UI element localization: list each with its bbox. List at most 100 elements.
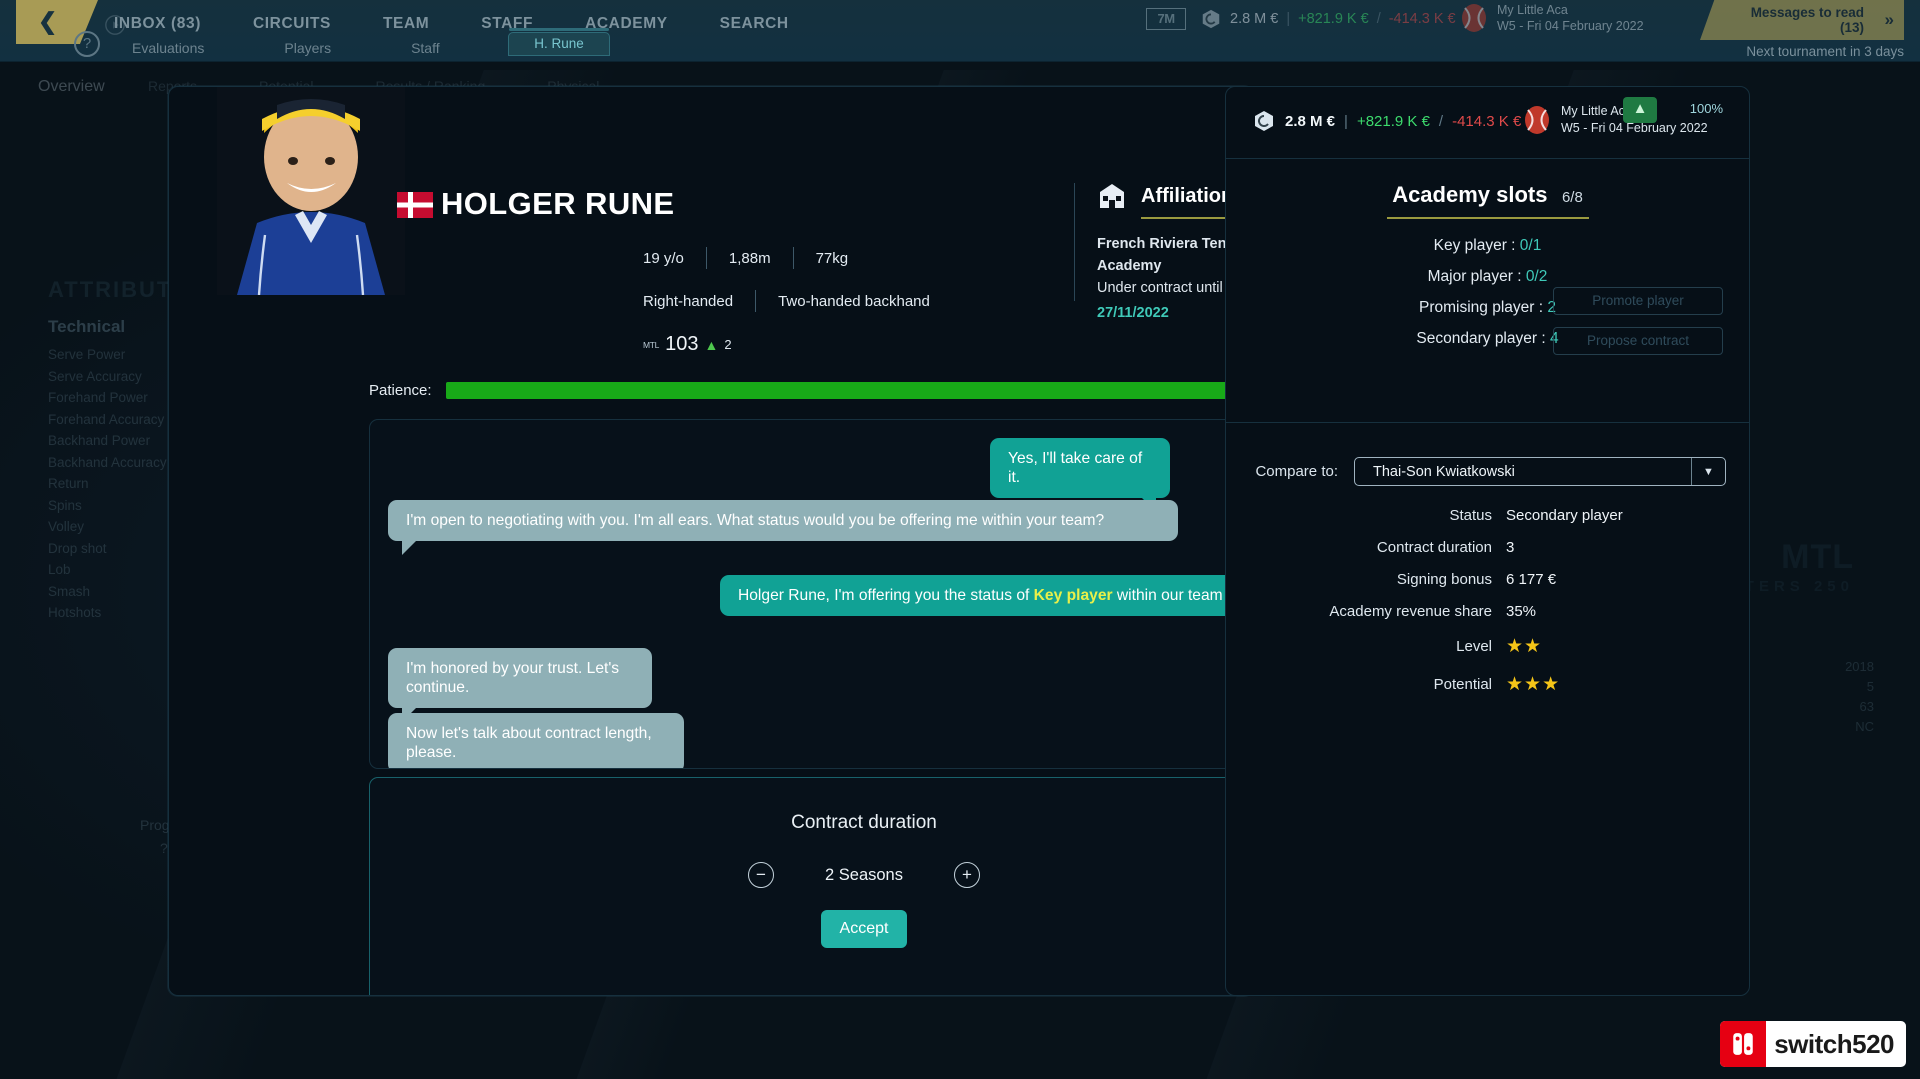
nav-item-inbox[interactable]: INBOX (83) [114, 15, 227, 33]
panel-expense: -414.3 K € [1452, 113, 1521, 130]
player-handedness: Right-handed [643, 293, 733, 310]
slot-value: 0/1 [1520, 237, 1542, 254]
propose-contract-button[interactable]: Propose contract [1553, 327, 1723, 355]
chat-panel[interactable]: Yes, I'll take care of it. I'm open to n… [369, 419, 1254, 769]
subnav-item-evaluations[interactable]: Evaluations [92, 40, 244, 56]
coin-icon [1252, 109, 1276, 133]
switch-glyph [1730, 1031, 1756, 1057]
background-overview-tab: Overview [38, 78, 105, 96]
background-attr-row: Spins [48, 498, 167, 513]
slot-row-major-player: Major player : 0/2 [1428, 268, 1548, 286]
comparison-row-level: Level ★★ [1226, 635, 1749, 658]
subnav-item-players[interactable]: Players [244, 40, 371, 56]
finance-summary: 2.8 M € | +821.9 K € / -414.3 K € [1252, 109, 1521, 133]
switch-logo-icon [1720, 1021, 1766, 1067]
background-progress-value: ? [160, 840, 168, 856]
slot-row-promising-player: Promising player : 2 [1419, 299, 1556, 317]
patience-label: Patience: [369, 382, 432, 399]
nav-item-team[interactable]: TEAM [357, 15, 455, 33]
tm-logo: 7M [1146, 8, 1186, 30]
background-number: 63 [1845, 697, 1874, 717]
contract-duration-value: 2 Seasons [810, 866, 918, 885]
slot-label: Major player : [1428, 268, 1526, 285]
plus-circle-icon[interactable]: + [954, 862, 980, 888]
tennis-ball-icon [1460, 3, 1488, 33]
background-number: NC [1845, 717, 1874, 737]
comparison-key: Signing bonus [1226, 571, 1506, 588]
slot-row-key-player: Key player : 0/1 [1434, 237, 1542, 255]
nav-item-search[interactable]: SEARCH [694, 15, 815, 33]
zoom-level: 100% [1690, 101, 1723, 116]
top-account-name: My Little Aca [1497, 2, 1644, 18]
player-age: 19 y/o [643, 250, 684, 267]
accept-button[interactable]: Accept [821, 910, 907, 948]
compare-to-label: Compare to: [1230, 463, 1338, 480]
contract-form-panel: Contract duration − 2 Seasons + Accept [369, 777, 1254, 996]
background-attr-row: Forehand Power [48, 390, 167, 405]
chevron-left-icon: ❮ [38, 10, 57, 32]
background-attr-row: Lob [48, 562, 167, 577]
promote-player-button[interactable]: Promote player [1553, 287, 1723, 315]
negotiation-modal: HOLGER RUNE 19 y/o 1,88m 77kg Right-hand… [168, 86, 1254, 996]
background-attr-row: Forehand Accuracy [48, 412, 167, 427]
messages-banner-count: (13) [1751, 20, 1864, 35]
comparison-table: Status Secondary player Contract duratio… [1226, 507, 1749, 711]
academy-slots-underline [1387, 217, 1589, 219]
subnav-item-active-player[interactable]: H. Rune [508, 32, 610, 56]
finance-bar: 2.8 M € | +821.9 K € / -414.3 K € My Lit… [1226, 87, 1749, 159]
comparison-row-status: Status Secondary player [1226, 507, 1749, 524]
divider [1074, 183, 1075, 301]
patience-bar-fill [446, 382, 1235, 399]
comparison-key: Contract duration [1226, 539, 1506, 556]
panel-money-separator: | [1344, 113, 1348, 130]
background-attr-row: Return [48, 476, 167, 491]
subnav-item-staff[interactable]: Staff [371, 40, 480, 56]
slot-label: Secondary player : [1416, 330, 1550, 347]
academy-slots-count: 6/8 [1562, 189, 1583, 206]
comparison-key: Status [1226, 507, 1506, 524]
background-attr-row: Backhand Accuracy [48, 455, 167, 470]
slot-value: 0/2 [1526, 268, 1548, 285]
chat-bubble-me-offer: Holger Rune, I'm offering you the status… [720, 575, 1254, 616]
background-attribute-list: Serve Power Serve Accuracy Forehand Powe… [48, 347, 167, 620]
denmark-flag [397, 192, 433, 218]
upgrade-icon[interactable]: ▲ [1623, 97, 1657, 123]
school-icon [1097, 183, 1127, 209]
chevron-down-icon: ▼ [1691, 458, 1725, 485]
chat-bubble-me: Yes, I'll take care of it. [990, 438, 1170, 498]
ranking-system-label: MTL [643, 341, 659, 349]
offer-status-highlight: Key player [1034, 587, 1113, 604]
minus-circle-icon[interactable]: − [748, 862, 774, 888]
comparison-row-potential: Potential ★★★ [1226, 673, 1749, 696]
top-account-date: W5 - Fri 04 February 2022 [1497, 18, 1644, 34]
background-technical-label: Technical [48, 317, 125, 337]
background-attr-row: Serve Accuracy [48, 369, 167, 384]
modal-header: HOLGER RUNE 19 y/o 1,88m 77kg Right-hand… [169, 87, 1253, 295]
academy-side-panel: 2.8 M € | +821.9 K € / -414.3 K € My Lit… [1225, 86, 1750, 996]
top-account-info: My Little Aca W5 - Fri 04 February 2022 [1460, 2, 1644, 34]
top-balance: 2.8 M € [1230, 11, 1278, 27]
comparison-value: 3 [1506, 539, 1514, 556]
affiliation-title: Affiliation [1141, 185, 1233, 208]
app-root: Overview Reports Potential Results / Ran… [0, 0, 1920, 1079]
nav-item-circuits[interactable]: CIRCUITS [227, 15, 357, 33]
slot-label: Key player : [1434, 237, 1520, 254]
top-income: +821.9 K € [1298, 11, 1369, 27]
chat-bubble-them: I'm honored by your trust. Let's continu… [388, 648, 652, 708]
top-expense: -414.3 K € [1389, 11, 1456, 27]
messages-to-read-banner[interactable]: Messages to read (13) » [1700, 0, 1904, 40]
panel-account-info: My Little Aca W5 - Fri 04 February 2022 [1523, 103, 1708, 137]
slot-label: Promising player : [1419, 299, 1547, 316]
compare-to-selected-value: Thai-Son Kwiatkowski [1373, 464, 1515, 480]
watermark-text: switch520 [1774, 1029, 1894, 1060]
ranking-value: 103 [665, 333, 698, 356]
background-attr-row: Serve Power [48, 347, 167, 362]
level-stars: ★★ [1506, 635, 1542, 658]
player-ranking: MTL 103 ▲ 2 [643, 333, 732, 356]
patience-row: Patience: [369, 382, 1254, 399]
panel-income: +821.9 K € [1357, 113, 1430, 130]
comparison-row-revenue-share: Academy revenue share 35% [1226, 603, 1749, 620]
comparison-value: 6 177 € [1506, 571, 1556, 588]
compare-to-select[interactable]: Thai-Son Kwiatkowski ▼ [1354, 457, 1726, 486]
patience-bar [446, 382, 1254, 399]
